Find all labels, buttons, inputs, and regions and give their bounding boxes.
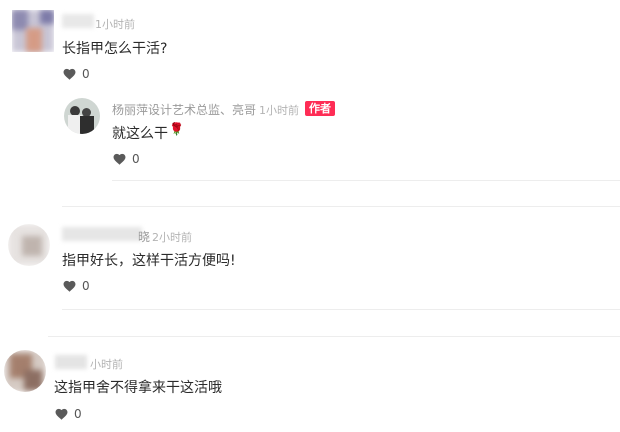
divider: [112, 180, 620, 181]
author-name-tail[interactable]: 晓: [138, 228, 150, 245]
comment-time: 1小时前: [95, 18, 135, 31]
like-count: 0: [82, 279, 90, 293]
like-count: 0: [74, 407, 82, 421]
avatar[interactable]: [4, 350, 46, 392]
heart-icon: [113, 153, 126, 165]
like-button[interactable]: 0: [63, 279, 90, 293]
avatar[interactable]: [8, 224, 50, 266]
author-avatar[interactable]: [64, 98, 100, 134]
comment-text: 指甲好长，这样干活方便吗!: [62, 253, 236, 269]
comment-text: 长指甲怎么干活?: [62, 41, 168, 57]
heart-icon: [63, 68, 76, 80]
comment-text: 这指甲舍不得拿来干这活哦: [54, 380, 222, 396]
reply-author-name[interactable]: 杨丽萍设计艺术总监、亮哥: [112, 101, 256, 118]
like-button[interactable]: 0: [113, 152, 140, 166]
reply-text: 就这么干: [112, 126, 168, 142]
comment-time: 2小时前: [152, 231, 192, 244]
like-count: 0: [82, 67, 90, 81]
divider: [48, 336, 620, 337]
rose-emoji: 🌹: [169, 122, 184, 136]
heart-icon: [63, 280, 76, 292]
like-button[interactable]: 0: [63, 67, 90, 81]
like-count: 0: [132, 152, 140, 166]
heart-icon: [55, 408, 68, 420]
reply-time: 1小时前: [259, 104, 299, 117]
divider: [62, 206, 620, 207]
username-redacted[interactable]: [62, 227, 142, 241]
divider: [62, 309, 620, 310]
like-button[interactable]: 0: [55, 407, 82, 421]
author-badge: 作者: [305, 101, 335, 116]
username-redacted[interactable]: [62, 14, 94, 28]
comment-time: 小时前: [90, 358, 123, 371]
avatar[interactable]: [12, 10, 54, 52]
username-redacted[interactable]: [55, 355, 87, 369]
